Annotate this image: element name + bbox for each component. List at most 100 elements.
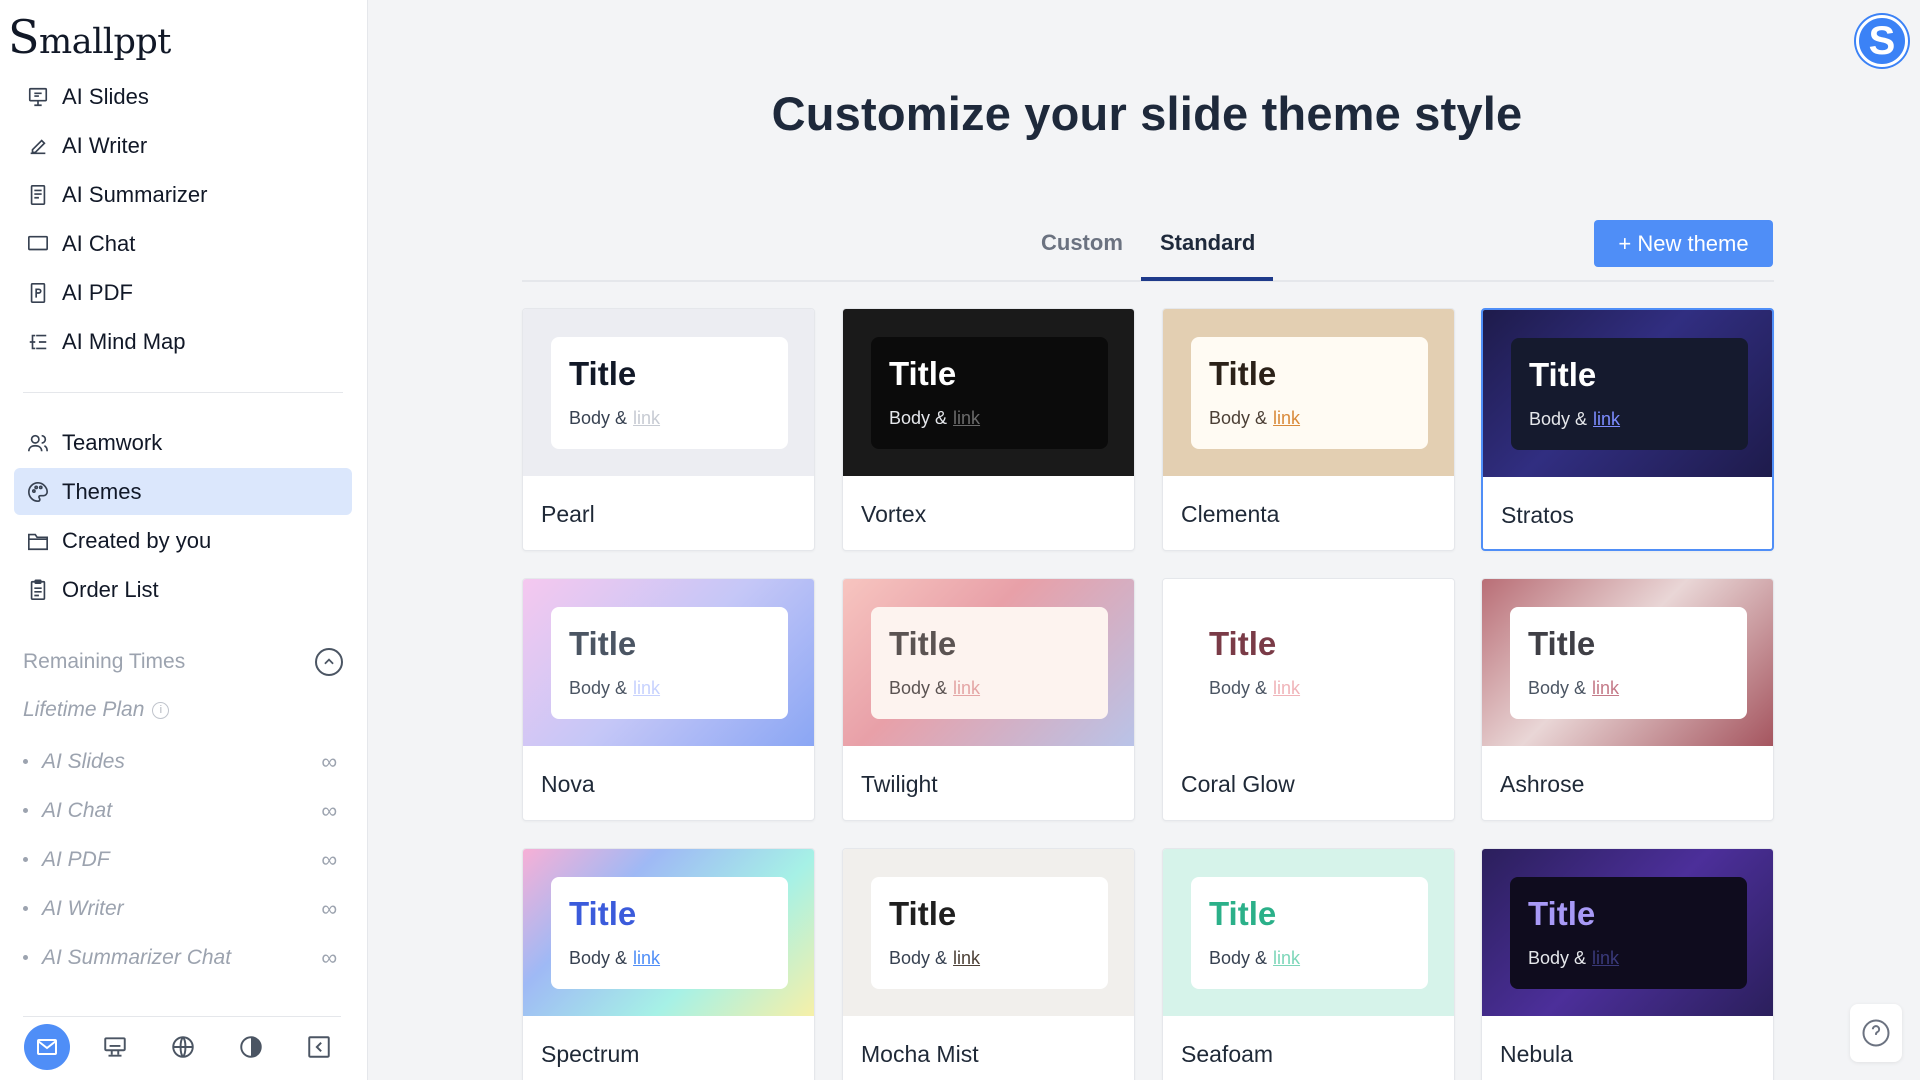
preview-title: Title	[569, 895, 637, 932]
sidebar-divider	[23, 392, 343, 393]
sidebar-item-themes[interactable]: Themes	[14, 468, 352, 515]
keyboard-monitor-icon[interactable]	[92, 1024, 138, 1070]
theme-preview: Title Body & link	[523, 579, 814, 746]
sidebar-item-label: Themes	[62, 478, 142, 504]
collapse-sidebar-icon[interactable]	[296, 1024, 342, 1070]
infinity-icon: ∞	[321, 944, 337, 970]
theme-card-clementa[interactable]: Title Body & link Clementa	[1162, 308, 1455, 551]
document-icon	[25, 182, 50, 207]
preview-body: Body &	[569, 408, 628, 428]
preview-body: Body &	[889, 678, 948, 698]
sidebar-item-ai-pdf[interactable]: AI PDF	[14, 269, 352, 316]
preview-title: Title	[1529, 356, 1597, 393]
sidebar-item-ai-slides[interactable]: AI Slides	[14, 73, 352, 120]
preview-link: link	[1273, 948, 1301, 968]
info-icon[interactable]: i	[152, 701, 170, 719]
infinity-icon: ∞	[321, 797, 337, 823]
theme-name: Nova	[541, 771, 595, 797]
theme-preview: Title Body & link	[1482, 579, 1773, 746]
theme-card-pearl[interactable]: Title Body & link Pearl	[522, 308, 815, 551]
theme-preview: Title Body & link	[843, 849, 1134, 1016]
contrast-icon[interactable]	[228, 1024, 274, 1070]
mindmap-icon	[25, 329, 50, 354]
theme-name: Ashrose	[1500, 771, 1585, 797]
app-logo[interactable]: Smallppt	[8, 10, 171, 64]
preview-slide: Title Body & link	[551, 877, 788, 989]
page-title: Customize your slide theme style	[771, 87, 1523, 140]
sidebar-item-created-by-you[interactable]: Created by you	[14, 517, 352, 564]
preview-title: Title	[1528, 625, 1596, 662]
remaining-times-title: Remaining Times	[23, 650, 186, 673]
sidebar-item-ai-writer[interactable]: AI Writer	[14, 122, 352, 169]
preview-slide: Title Body & link	[871, 877, 1108, 989]
theme-card-seafoam[interactable]: Title Body & link Seafoam	[1162, 848, 1455, 1080]
preview-link: link	[1592, 678, 1620, 698]
preview-slide: Title Body & link	[551, 607, 788, 719]
theme-card-stratos[interactable]: Title Body & link Stratos	[1481, 308, 1774, 551]
tabs-bar: Custom Standard + New theme	[522, 218, 1774, 282]
theme-card-spectrum[interactable]: Title Body & link Spectrum	[522, 848, 815, 1080]
sidebar-item-teamwork[interactable]: Teamwork	[14, 419, 352, 466]
preview-link: link	[633, 408, 661, 428]
preview-title: Title	[889, 625, 957, 662]
preview-body: Body &	[569, 678, 628, 698]
preview-slide: Title Body & link	[871, 607, 1108, 719]
theme-card-vortex[interactable]: Title Body & link Vortex	[842, 308, 1135, 551]
theme-card-nebula[interactable]: Title Body & link Nebula	[1481, 848, 1774, 1080]
tab-custom[interactable]: Custom	[1041, 230, 1123, 256]
preview-title: Title	[569, 355, 637, 392]
chevron-up-icon[interactable]	[315, 648, 343, 676]
preview-slide: Title Body & link	[551, 337, 788, 449]
sidebar-item-ai-chat[interactable]: AI Chat	[14, 220, 352, 267]
list-item: AI PDF ∞	[23, 835, 343, 884]
theme-name: Clementa	[1181, 501, 1280, 527]
globe-icon[interactable]	[160, 1024, 206, 1070]
preview-link: link	[633, 948, 661, 968]
mail-icon[interactable]	[24, 1024, 70, 1070]
sidebar-item-label: AI Slides	[62, 83, 149, 109]
preview-link: link	[633, 678, 661, 698]
theme-preview: Title Body & link	[1163, 849, 1454, 1016]
theme-card-twilight[interactable]: Title Body & link Twilight	[842, 578, 1135, 821]
preview-title: Title	[889, 355, 957, 392]
theme-name: Twilight	[861, 771, 938, 797]
theme-name: Nebula	[1500, 1041, 1573, 1067]
infinity-icon: ∞	[321, 748, 337, 774]
theme-card-coral-glow[interactable]: Title Body & link Coral Glow	[1162, 578, 1455, 821]
preview-slide: Title Body & link	[871, 337, 1108, 449]
theme-name: Coral Glow	[1181, 771, 1295, 797]
sidebar-item-order-list[interactable]: Order List	[14, 566, 352, 613]
preview-slide: Title Body & link	[1511, 338, 1748, 450]
theme-card-mocha-mist[interactable]: Title Body & link Mocha Mist	[842, 848, 1135, 1080]
sidebar-nav: AI Slides AI Writer AI Summarizer AI Cha…	[14, 73, 352, 615]
sidebar-item-label: Teamwork	[62, 429, 163, 455]
preview-slide: Title Body & link	[1191, 337, 1428, 449]
bottom-divider	[23, 1016, 341, 1017]
avatar[interactable]: S	[1856, 15, 1908, 67]
sidebar-item-label: AI PDF	[62, 279, 133, 305]
pen-icon	[25, 133, 50, 158]
sidebar-item-ai-mind-map[interactable]: AI Mind Map	[14, 318, 352, 365]
new-theme-button[interactable]: + New theme	[1594, 220, 1773, 267]
sidebar-item-label: AI Writer	[62, 132, 148, 158]
plan-label: Lifetime Plan	[23, 698, 145, 721]
theme-name: Vortex	[861, 501, 927, 527]
theme-preview: Title Body & link	[1482, 849, 1773, 1016]
palette-icon	[25, 479, 50, 504]
sidebar: Smallppt AI Slides AI Writer AI Summariz…	[0, 0, 368, 1080]
sidebar-item-ai-summarizer[interactable]: AI Summarizer	[14, 171, 352, 218]
preview-body: Body &	[889, 948, 948, 968]
theme-preview: Title Body & link	[1163, 309, 1454, 476]
sidebar-item-label: AI Mind Map	[62, 328, 186, 354]
remaining-times-panel: Remaining Times Lifetime Plan i AI Slide…	[23, 646, 343, 982]
theme-preview: Title Body & link	[523, 309, 814, 476]
theme-card-ashrose[interactable]: Title Body & link Ashrose	[1481, 578, 1774, 821]
theme-card-nova[interactable]: Title Body & link Nova	[522, 578, 815, 821]
list-item: AI Summarizer Chat ∞	[23, 933, 343, 982]
tab-standard[interactable]: Standard	[1160, 230, 1255, 256]
theme-preview: Title Body & link	[1163, 579, 1454, 746]
preview-body: Body &	[1528, 948, 1587, 968]
preview-body: Body &	[1209, 678, 1268, 698]
help-icon[interactable]	[1850, 1004, 1902, 1062]
preview-body: Body &	[1528, 678, 1587, 698]
